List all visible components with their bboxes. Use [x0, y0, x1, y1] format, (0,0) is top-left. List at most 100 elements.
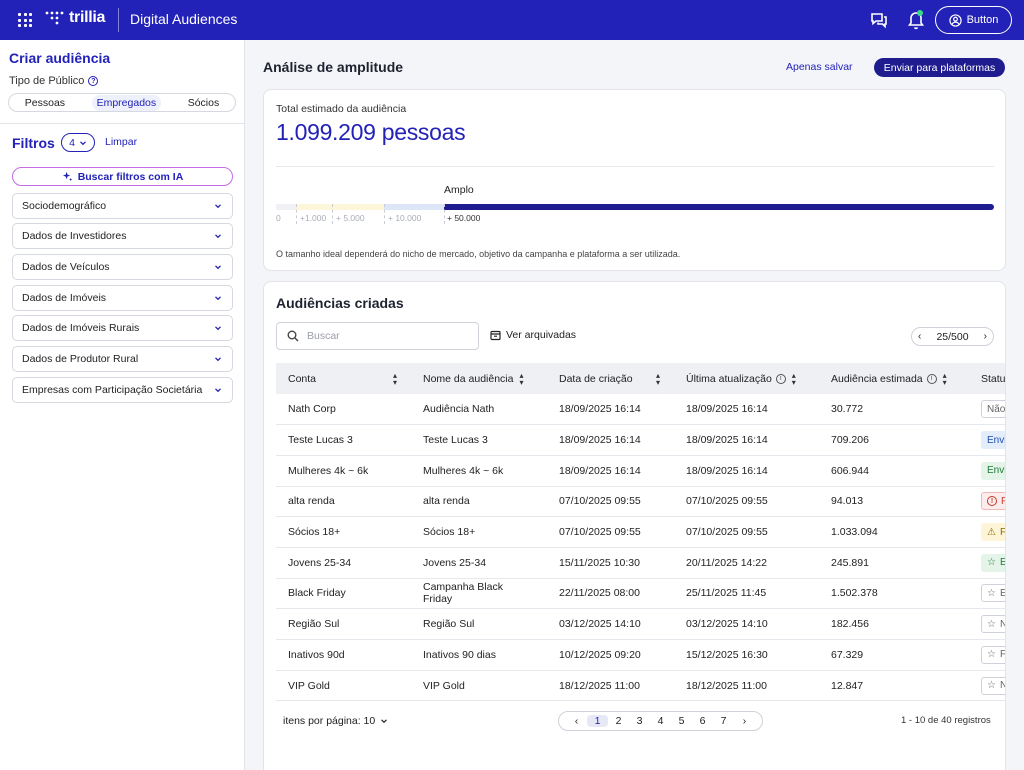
tick-separator	[296, 204, 297, 224]
sparkle-icon	[62, 171, 73, 182]
sort-icon: ▴ ▾	[942, 370, 947, 387]
table-header-row: Conta ▴ ▾ Nome da audiência ▴ ▾ Data de cria…	[276, 363, 1006, 394]
tick-separator	[332, 204, 333, 224]
chevron-right-icon[interactable]: ›	[984, 331, 987, 342]
cell-account: Nath Corp	[276, 394, 411, 426]
help-icon[interactable]: ?	[88, 76, 99, 86]
cell-audience-name: VIP Gold	[411, 670, 547, 702]
cell-updated: 25/11/2025 11:45	[674, 578, 819, 610]
chevron-down-icon	[215, 204, 221, 209]
chevron-down-icon	[215, 326, 221, 331]
sidebar: Criar audiência Tipo de Público ? Pessoa…	[0, 40, 245, 770]
table-row[interactable]: Sócios 18+ Sócios 18+ 07/10/2025 09:55 07/1…	[276, 516, 1005, 548]
segment-pessoas[interactable]: Pessoas	[20, 95, 70, 111]
column-header-status[interactable]: Status	[969, 363, 1006, 394]
table-row[interactable]: Inativos 90d Inativos 90 dias 10/12/2025 0…	[276, 639, 1005, 671]
trillia-logo[interactable]: trillia	[44, 9, 105, 27]
cell-account: Sócios 18+	[276, 516, 411, 548]
view-archived-label: Ver arquivadas	[506, 329, 577, 341]
column-header-estimada[interactable]: Audiência estimada i ▴ ▾	[819, 363, 969, 394]
column-label: Status	[981, 372, 1006, 385]
amplitude-segment-1000	[296, 204, 332, 210]
items-per-page-label: itens por página: 10	[283, 715, 376, 727]
audiences-card: Audiências criadas Ver arquivadas ‹ 25/5…	[263, 281, 1006, 770]
chevron-down-icon	[215, 296, 221, 301]
chat-icon[interactable]	[870, 11, 888, 29]
page-6[interactable]: 6	[692, 715, 713, 727]
sort-icon: ▴ ▾	[791, 370, 796, 387]
table-row[interactable]: Região Sul Região Sul 03/12/2025 14:10 03/1…	[276, 608, 1005, 640]
accordion-produtor-rural[interactable]: Dados de Produtor Rural	[12, 346, 233, 372]
cell-updated: 18/09/2025 16:14	[674, 394, 819, 426]
page-5[interactable]: 5	[671, 715, 692, 727]
amplitude-tick: 0	[276, 213, 281, 223]
accordion-sociodemografico[interactable]: Sociodemográfico	[12, 193, 233, 219]
status-label: E	[999, 587, 1006, 599]
segment-socios[interactable]: Sócios	[183, 95, 225, 111]
cell-updated: 18/09/2025 16:14	[674, 424, 819, 456]
page-1[interactable]: 1	[587, 715, 608, 727]
notification-dot	[917, 10, 923, 16]
page-3[interactable]: 3	[629, 715, 650, 727]
status-label: Envi	[987, 434, 1006, 446]
clear-filters-link[interactable]: Limpar	[105, 136, 137, 148]
card-divider	[276, 166, 994, 167]
amplitude-segment-50000	[444, 204, 994, 210]
chevron-left-icon[interactable]: ‹	[918, 331, 921, 342]
audience-total-value: 1.099.209 pessoas	[276, 119, 466, 145]
cell-audience-name: Mulheres 4k ~ 6k	[411, 455, 547, 487]
view-archived-button[interactable]: Ver arquivadas	[490, 329, 576, 341]
table-row[interactable]: Nath Corp Audiência Nath 18/09/2025 16:14 1…	[276, 394, 1006, 426]
column-header-nome[interactable]: Nome da audiência ▴ ▾	[411, 363, 547, 394]
page-4[interactable]: 4	[650, 715, 671, 727]
accordion-imoveis[interactable]: Dados de Imóveis	[12, 285, 233, 311]
cell-created: 03/12/2025 14:10	[547, 608, 674, 640]
public-type-text: Tipo de Público	[9, 75, 85, 87]
cell-status: Envi	[969, 424, 1006, 456]
chevron-left-icon[interactable]: ‹	[566, 715, 587, 727]
chevron-down-icon	[215, 265, 221, 270]
search-input[interactable]	[307, 330, 467, 342]
status-label: F	[1001, 496, 1005, 507]
cell-audience-name: Teste Lucas 3	[411, 424, 547, 456]
cell-audience-name: Região Sul	[411, 608, 547, 640]
column-header-conta[interactable]: Conta ▴ ▾	[276, 363, 411, 394]
cell-updated: 07/10/2025 09:55	[674, 486, 819, 518]
ai-filters-button[interactable]: Buscar filtros com IA	[12, 167, 233, 186]
cell-created: 15/11/2025 10:30	[547, 547, 674, 579]
accordion-label: Sociodemográfico	[22, 200, 107, 212]
table-row[interactable]: Jovens 25-34 Jovens 25-34 15/11/2025 10:30…	[276, 547, 1005, 579]
chevron-right-icon[interactable]: ›	[734, 715, 755, 727]
accordion-veiculos[interactable]: Dados de Veículos	[12, 254, 233, 280]
apps-grid-icon[interactable]	[18, 13, 32, 27]
table-row[interactable]: Black Friday Campanha Black Friday 22/11/2…	[276, 578, 1006, 610]
items-per-page-select[interactable]: itens por página: 10	[283, 715, 388, 727]
user-button[interactable]: Button	[935, 6, 1012, 34]
segment-empregados[interactable]: Empregados	[91, 94, 162, 111]
accordion-investidores[interactable]: Dados de Investidores	[12, 223, 233, 249]
cell-status: ☆ E	[969, 578, 1006, 610]
info-icon[interactable]: i	[926, 373, 937, 384]
info-icon[interactable]: i	[775, 373, 786, 384]
page-7[interactable]: 7	[713, 715, 734, 727]
send-to-platforms-button[interactable]: Enviar para plataformas	[874, 58, 1005, 77]
save-only-link[interactable]: Apenas salvar	[786, 61, 853, 73]
accordion-participacao-societaria[interactable]: Empresas com Participação Societária	[12, 377, 233, 403]
status-label: Não	[987, 403, 1006, 415]
page-2[interactable]: 2	[608, 715, 629, 727]
user-button-label: Button	[966, 14, 999, 26]
sidebar-divider	[0, 123, 244, 124]
cell-updated: 20/11/2025 14:22	[674, 547, 819, 579]
column-header-atualizacao[interactable]: Última atualização i ▴ ▾	[674, 363, 819, 394]
column-header-criacao[interactable]: Data de criação ▴ ▾	[547, 363, 674, 394]
star-icon: ☆	[987, 587, 996, 599]
cell-status: ☆ E	[969, 547, 1005, 579]
filters-count-dropdown[interactable]: 4	[61, 133, 95, 152]
table-row[interactable]: alta renda alta renda 07/10/2025 09:55 07/1…	[276, 486, 1005, 518]
cell-created: 07/10/2025 09:55	[547, 516, 674, 548]
page-title: Análise de amplitude	[263, 59, 404, 75]
table-row[interactable]: Mulheres 4k ~ 6k Mulheres 4k ~ 6k 18/09/20…	[276, 455, 1005, 487]
accordion-imoveis-rurais[interactable]: Dados de Imóveis Rurais	[12, 315, 233, 341]
table-row[interactable]: VIP Gold VIP Gold 18/12/2025 11:00 18/12/20…	[276, 670, 1005, 702]
table-row[interactable]: Teste Lucas 3 Teste Lucas 3 18/09/2025 16:…	[276, 424, 1006, 456]
